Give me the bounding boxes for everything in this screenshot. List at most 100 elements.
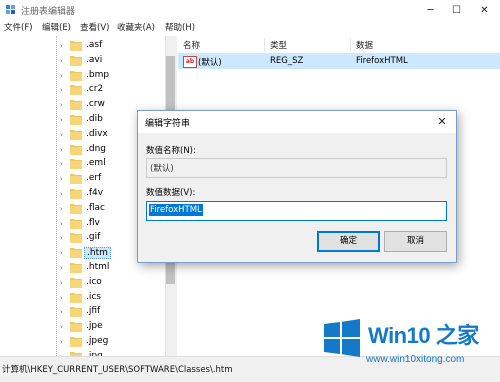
ok-button[interactable]: 确定 [317, 231, 380, 252]
dialog-close-button[interactable]: ✕ [434, 114, 450, 130]
chevron-right-icon[interactable]: › [60, 160, 63, 168]
tree-item-label: .jpe [86, 321, 103, 332]
menu-favorites[interactable]: 收藏夹(A) [117, 21, 155, 33]
folder-icon [70, 41, 82, 51]
chevron-right-icon[interactable]: › [60, 279, 63, 287]
tree-item-label: .divx [86, 128, 108, 139]
tree-item-label: .jpeg [86, 336, 109, 346]
tree-item[interactable]: › .avi [0, 53, 165, 69]
folder-icon [70, 115, 82, 125]
regedit-icon [6, 5, 15, 14]
watermark-brand: Win10 之家 [368, 323, 479, 348]
tree-item-label: .dib [86, 114, 103, 124]
value-name-text: (默认) [150, 164, 174, 174]
folder-icon [70, 263, 82, 273]
menu-view[interactable]: 查看(V) [80, 21, 109, 33]
tree-item-label: .ics [86, 291, 101, 302]
value-data-text: FirefoxHTML [149, 204, 203, 216]
close-button[interactable]: ✕ [472, 0, 497, 21]
chevron-right-icon[interactable]: › [60, 308, 63, 316]
folder-icon [70, 174, 82, 185]
tree-item[interactable]: › .jfif [0, 304, 165, 320]
chevron-right-icon[interactable]: › [60, 86, 63, 94]
tree-item[interactable]: › .ics [0, 290, 165, 306]
tree-item[interactable]: › .cr2 [0, 82, 165, 98]
watermark-url: www.win10xitong.com [366, 354, 465, 365]
cancel-button[interactable]: 取消 [384, 231, 447, 252]
folder-icon [70, 337, 82, 347]
column-name[interactable]: 名称 [183, 39, 200, 51]
folder-icon [70, 85, 82, 96]
tree-item-label: .flv [86, 217, 100, 228]
chevron-right-icon[interactable]: › [60, 175, 63, 183]
chevron-right-icon[interactable]: › [60, 131, 63, 139]
column-type[interactable]: 类型 [270, 39, 287, 51]
tree-item-label: .flac [86, 202, 105, 213]
tree-item[interactable]: › .ico [0, 275, 165, 291]
menu-file[interactable]: 文件(F) [4, 21, 33, 33]
windows-logo-icon [324, 319, 360, 357]
value-data-input[interactable]: FirefoxHTML [146, 201, 447, 221]
folder-icon [70, 322, 82, 333]
value-data-label: 数值数据(V): [146, 188, 196, 198]
edit-string-dialog: 编辑字符串 ✕ 数值名称(N): (默认) 数值数据(V): FirefoxHT… [137, 110, 457, 263]
string-value-icon: ab [183, 56, 197, 68]
value-name-label: 数值名称(N): [146, 146, 196, 156]
watermark: Win10 之家 www.win10xitong.com [318, 312, 500, 378]
title-bar: 注册表编辑器 ─ ☐ ✕ [0, 0, 500, 21]
tree-item-label: .cr2 [86, 84, 104, 95]
menu-edit[interactable]: 编辑(E) [42, 21, 71, 33]
menu-help[interactable]: 帮助(H) [165, 21, 195, 33]
tree-item-label: .asf [86, 40, 103, 50]
chevron-right-icon[interactable]: › [60, 249, 63, 257]
tree-item[interactable]: › .asf [0, 38, 165, 54]
folder-icon [70, 70, 82, 81]
tree-item-label: .dng [86, 143, 106, 154]
value-row[interactable]: ab (默认) REG_SZ FirefoxHTML [178, 53, 500, 69]
chevron-right-icon[interactable]: › [60, 220, 63, 228]
chevron-right-icon[interactable]: › [60, 72, 63, 80]
tree-item-label: .ico [86, 276, 102, 287]
value-name: (默认) [198, 58, 222, 68]
tree-item-label: .eml [86, 158, 106, 169]
chevron-right-icon[interactable]: › [60, 116, 63, 124]
value-data: FirefoxHTML [356, 56, 408, 66]
chevron-right-icon[interactable]: › [60, 234, 63, 242]
folder-icon [70, 277, 82, 288]
tree-item-label: .avi [86, 54, 103, 65]
minimize-button[interactable]: ─ [418, 0, 443, 21]
window-title: 注册表编辑器 [21, 7, 76, 17]
folder-icon [70, 307, 82, 318]
folder-icon [70, 129, 82, 140]
dialog-title-bar: 编辑字符串 ✕ [138, 111, 456, 133]
values-header: 名称 类型 数据 [178, 37, 500, 54]
tree-item[interactable]: › .jpeg [0, 334, 165, 350]
maximize-button[interactable]: ☐ [444, 0, 469, 21]
column-separator[interactable] [264, 38, 265, 52]
tree-item-label: .erf [86, 173, 102, 184]
folder-icon [70, 233, 82, 244]
folder-icon [70, 189, 82, 199]
tree-item-label: .f4v [86, 188, 104, 198]
chevron-right-icon[interactable]: › [60, 205, 63, 213]
column-separator[interactable] [350, 38, 351, 52]
tree-item[interactable]: › .bmp [0, 68, 165, 84]
chevron-right-icon[interactable]: › [60, 190, 63, 198]
tree-item[interactable]: › .jpe [0, 319, 165, 335]
value-name-field: (默认) [146, 158, 447, 178]
folder-icon [70, 218, 82, 229]
chevron-right-icon[interactable]: › [60, 338, 63, 346]
chevron-right-icon[interactable]: › [60, 42, 63, 50]
chevron-right-icon[interactable]: › [60, 264, 63, 272]
tree-item-label: .gif [86, 232, 101, 243]
chevron-right-icon[interactable]: › [60, 294, 63, 302]
folder-icon [70, 144, 82, 155]
folder-icon [70, 248, 82, 259]
column-data[interactable]: 数据 [356, 39, 373, 51]
dialog-title: 编辑字符串 [145, 119, 191, 129]
chevron-right-icon[interactable]: › [60, 57, 63, 65]
chevron-right-icon[interactable]: › [60, 101, 63, 109]
chevron-right-icon[interactable]: › [60, 323, 63, 331]
chevron-right-icon[interactable]: › [60, 146, 63, 154]
menu-bar: 文件(F) 编辑(E) 查看(V) 收藏夹(A) 帮助(H) [0, 21, 500, 35]
